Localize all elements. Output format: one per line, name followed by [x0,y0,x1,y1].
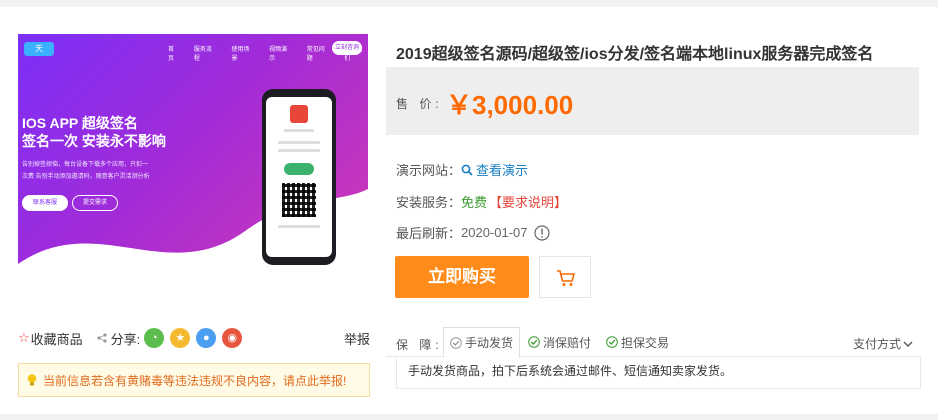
banner-nav-item: 服务流程 [193,47,212,62]
phone-text-line [278,141,320,144]
tab-escrow[interactable]: 担保交易 [606,327,669,357]
demo-link-label: 查看演示 [476,163,529,178]
install-row: 安装服务： 免费 【要求说明】 [396,192,567,211]
tab-consumer-protection[interactable]: 消保赔付 [528,327,591,357]
tab-label: 手动发货 [465,336,514,350]
phone-text-line [284,129,314,132]
banner-topbar: 天 首页 服务流程 使用场景 视频演示 常见问题 联系我们 立刻咨询 [18,34,368,64]
banner-description: 告别掉签烦恼，每台设备下载多个应用，只扣一次费 告别手动添加邀请码，随意客户灵活… [22,162,150,180]
banner-subline: 签名一次 安装永不影响 [22,133,166,149]
favorite-button[interactable]: ☆ 收藏商品 [18,329,83,348]
app-icon [290,105,308,123]
chevron-down-icon [903,341,913,347]
banner-nav-item: 使用场景 [231,47,250,62]
buy-now-button[interactable]: 立即购买 [395,256,529,298]
price-label: 售 价: [396,97,443,111]
product-banner-image[interactable]: 天 首页 服务流程 使用场景 视频演示 常见问题 联系我们 立刻咨询 IOS A… [18,34,368,289]
check-icon [606,336,618,348]
share-group: 分享: ◔ ★ ● ◉ [97,328,243,348]
refresh-row: 最后刷新： 2020-01-07 [396,223,550,242]
tab-label: 担保交易 [621,335,670,350]
report-link[interactable]: 举报 [344,329,370,348]
banner-contact-button: 联系客服 [22,195,68,211]
wechat-share-icon[interactable]: ◔ [144,328,165,348]
banner-headline: IOS APP 超级签名 [22,115,138,131]
banner-logo: 天 [24,42,54,56]
check-icon [528,336,540,348]
phone-text-line [278,225,320,228]
banner-nav-item: 常见问题 [306,47,325,62]
phone-mockup [262,89,336,265]
search-icon [461,164,473,176]
payment-method-label: 支付方式 [852,337,901,351]
guarantee-label: 保 障: [396,338,443,352]
price-value: ￥3,000.00 [446,90,574,120]
guarantee-bar: 保 障: 手动发货 消保赔付 担保交易 支付方式 [386,327,921,358]
share-label: 分享: [110,331,141,347]
share-icon [97,333,107,343]
refresh-label: 最后刷新： [396,226,462,241]
banner-nav-item: 首页 [168,47,175,62]
favorite-label: 收藏商品 [30,331,83,347]
cart-icon [557,270,575,286]
qr-code [282,183,316,217]
check-icon [450,336,462,349]
qq-share-icon[interactable]: ● [196,328,217,348]
tab-label: 消保赔付 [543,335,592,350]
price-box: 售 价: ￥3,000.00 [386,67,919,135]
warning-text: 当前信息若含有黄赌毒等违法违规不良内容，请点此举报! [43,373,347,388]
phone-screen [266,97,332,257]
product-card: 天 首页 服务流程 使用场景 视频演示 常见问题 联系我们 立刻咨询 IOS A… [0,7,938,414]
refresh-date: 2020-01-07 [461,225,528,240]
install-requirements-link[interactable]: 【要求说明】 [489,192,567,211]
guarantee-description: 手动发货商品，拍下后系统会通过邮件、短信通知卖家发货。 [396,356,921,389]
lightbulb-icon [27,374,37,386]
banner-submit-button: 提交需求 [72,195,118,211]
banner-nav-button: 立刻咨询 [332,41,362,55]
install-value: 免费 [461,195,488,210]
demo-label: 演示网站： [396,163,462,178]
qzone-share-icon[interactable]: ★ [170,328,191,348]
weibo-share-icon[interactable]: ◉ [222,328,243,348]
demo-link[interactable]: 查看演示 [461,160,528,179]
install-label: 安装服务： [396,195,462,210]
share-row: ☆ 收藏商品 分享: ◔ ★ ● ◉ 举报 [18,327,370,349]
tab-manual-delivery[interactable]: 手动发货 [443,327,521,358]
add-to-cart-button[interactable] [539,256,591,298]
product-title: 2019超级签名源码/超级签/ios分发/签名端本地linux服务器完成签名 [396,46,874,63]
star-icon: ☆ [18,330,30,345]
info-icon[interactable] [533,224,550,241]
phone-toggle [284,163,314,175]
demo-row: 演示网站： 查看演示 [396,160,528,179]
banner-nav-item: 视频演示 [269,47,288,62]
payment-method-dropdown[interactable]: 支付方式 [853,335,913,352]
phone-text-line [278,149,320,152]
report-warning-bar[interactable]: 当前信息若含有黄赌毒等违法违规不良内容，请点此举报! [18,363,370,397]
